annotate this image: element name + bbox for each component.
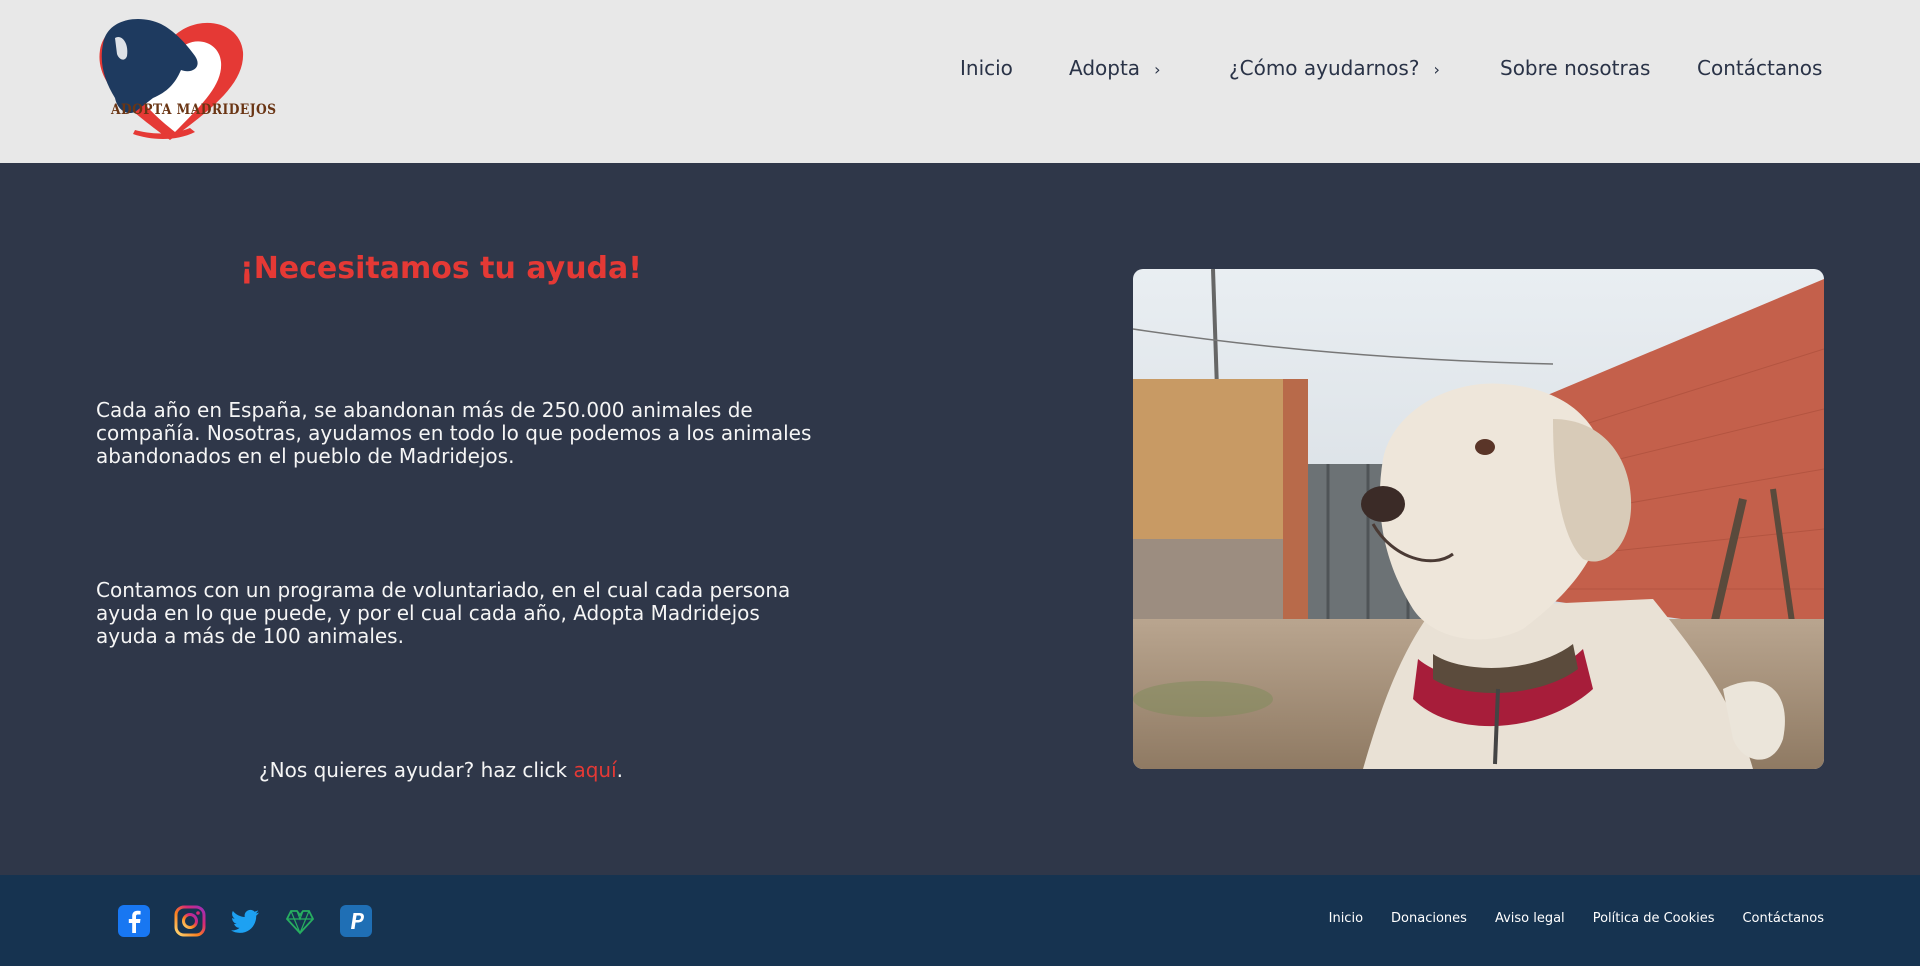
footer-link-aviso-legal[interactable]: Aviso legal <box>1495 911 1565 926</box>
cta-text: ¿Nos quieres ayudar? haz click <box>259 758 574 782</box>
chevron-right-icon: › <box>1154 60 1161 79</box>
footer-links: Inicio Donaciones Aviso legal Política d… <box>1329 911 1824 926</box>
logo-text: ADOPTA MADRIDEJOS <box>111 102 277 118</box>
nav-label: Sobre nosotras <box>1500 56 1651 80</box>
help-link[interactable]: aquí <box>573 758 616 782</box>
chevron-right-icon: › <box>1433 60 1440 79</box>
facebook-icon[interactable] <box>118 905 150 937</box>
nav-item-adopta[interactable]: Adopta › <box>1069 56 1160 80</box>
help-cta: ¿Nos quieres ayudar? haz click aquí. <box>96 758 786 782</box>
nav-item-sobre-nosotras[interactable]: Sobre nosotras <box>1500 56 1650 80</box>
nav-label: Adopta <box>1069 56 1141 80</box>
paypal-icon[interactable] <box>340 905 372 937</box>
footer-link-donaciones[interactable]: Donaciones <box>1391 911 1467 926</box>
page-title: ¡Necesitamos tu ayuda! <box>240 251 642 286</box>
footer-link-inicio[interactable]: Inicio <box>1329 911 1363 926</box>
dog-photo <box>1133 269 1824 769</box>
twitter-icon[interactable] <box>229 905 261 937</box>
nav-label: Contáctanos <box>1697 56 1823 80</box>
nav-item-inicio[interactable]: Inicio <box>960 56 1013 80</box>
footer-link-contactanos[interactable]: Contáctanos <box>1742 911 1824 926</box>
footer-link-cookies[interactable]: Política de Cookies <box>1593 911 1715 926</box>
logo-heart-icon <box>99 18 244 141</box>
site-header: ADOPTA MADRIDEJOS Inicio Adopta › ¿Cómo a… <box>0 0 1920 163</box>
site-logo[interactable]: ADOPTA MADRIDEJOS <box>95 12 276 144</box>
site-footer: Inicio Donaciones Aviso legal Política d… <box>0 875 1920 966</box>
nav-item-como-ayudarnos[interactable]: ¿Cómo ayudarnos? › <box>1229 56 1440 80</box>
volunteer-paragraph: Contamos con un programa de voluntariado… <box>96 578 791 648</box>
cta-suffix: . <box>616 758 623 782</box>
dog-image-icon <box>1133 269 1824 769</box>
nav-item-contactanos[interactable]: Contáctanos <box>1697 56 1822 80</box>
instagram-icon[interactable] <box>174 905 206 937</box>
intro-paragraph: Cada año en España, se abandonan más de … <box>96 398 812 468</box>
nav-label: ¿Cómo ayudarnos? <box>1229 56 1420 80</box>
main-content: ¡Necesitamos tu ayuda! Cada año en Españ… <box>0 163 1920 875</box>
heart-network-icon[interactable] <box>284 905 316 937</box>
nav-label: Inicio <box>960 56 1013 80</box>
